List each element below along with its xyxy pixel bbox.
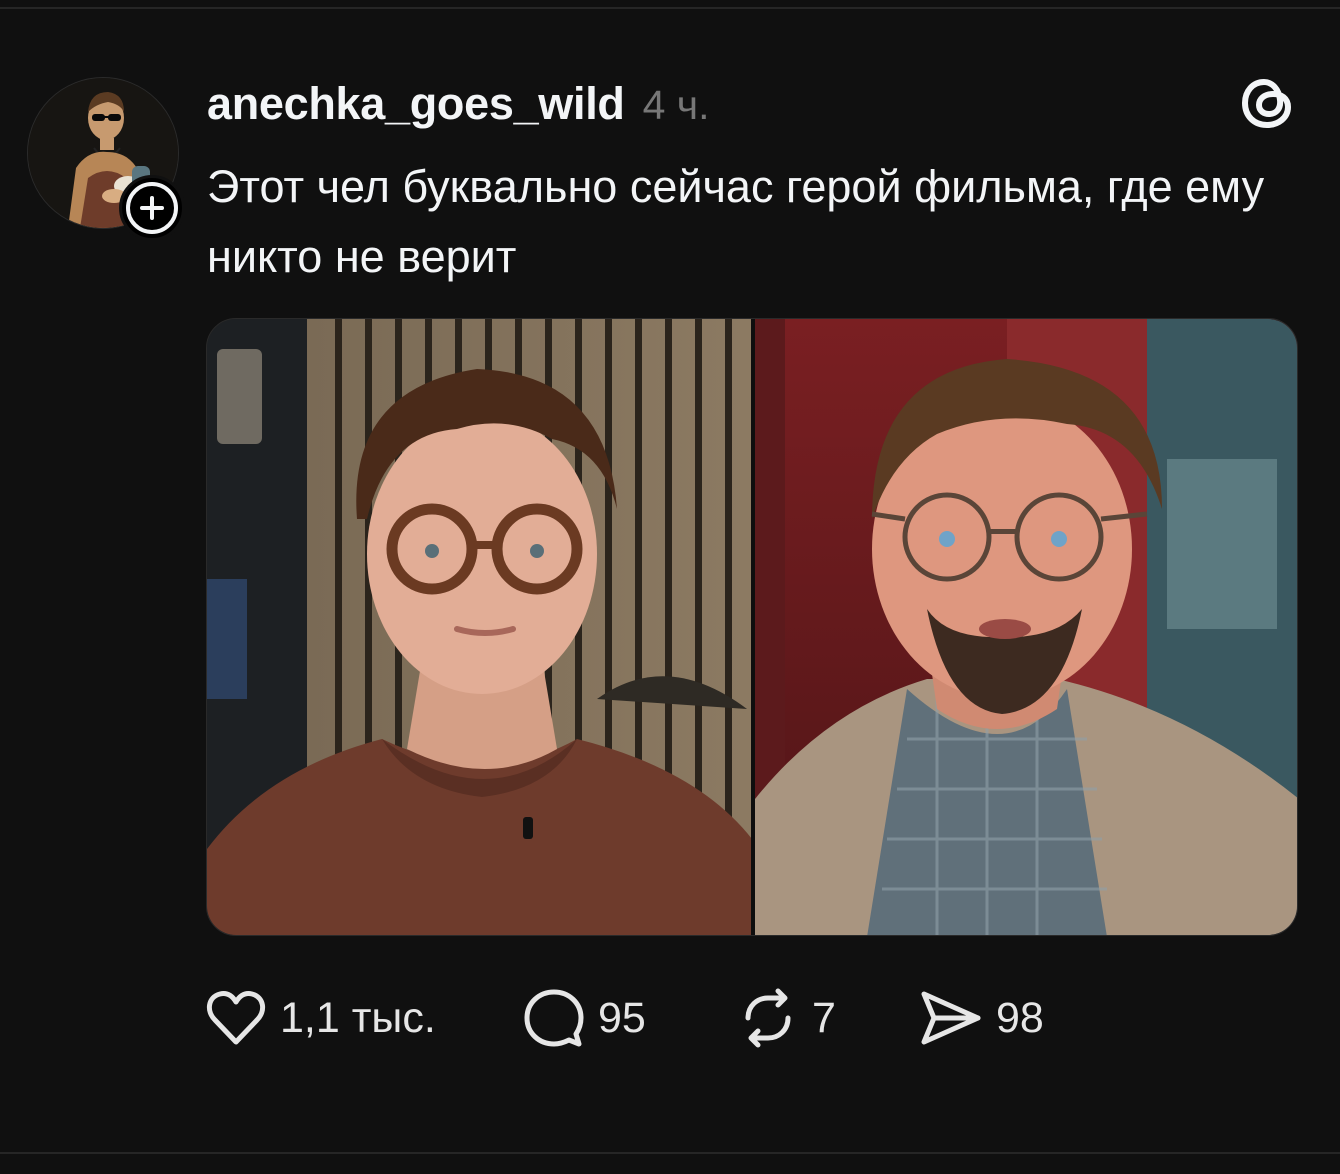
- repost-button[interactable]: 7: [738, 986, 836, 1050]
- send-icon: [921, 991, 981, 1045]
- share-count: 98: [996, 993, 1044, 1042]
- reply-button[interactable]: 95: [524, 986, 646, 1050]
- right-photo: [755, 319, 1297, 935]
- left-photo: [207, 319, 752, 935]
- like-button[interactable]: 1,1 тыс.: [206, 986, 436, 1050]
- follow-button[interactable]: [119, 175, 185, 241]
- bottom-divider: [0, 1152, 1340, 1154]
- post-header: anechka_goes_wild 4 ч.: [207, 78, 710, 130]
- threads-logo-icon[interactable]: [1236, 72, 1298, 134]
- post-timestamp[interactable]: 4 ч.: [643, 82, 710, 129]
- repost-icon: [745, 988, 791, 1048]
- like-count: 1,1 тыс.: [280, 993, 436, 1042]
- plus-icon: [140, 196, 164, 220]
- comment-bubble-icon: [524, 989, 584, 1047]
- reply-count: 95: [598, 993, 646, 1042]
- repost-count: 7: [812, 993, 836, 1042]
- heart-icon: [206, 991, 266, 1045]
- author-username[interactable]: anechka_goes_wild: [207, 78, 625, 130]
- post-text: Этот чел буквально сейчас герой фильма, …: [207, 161, 1265, 282]
- share-button[interactable]: 98: [920, 986, 1044, 1050]
- top-divider: [0, 7, 1340, 9]
- follow-ring: [126, 182, 178, 234]
- threads-post-page: anechka_goes_wild 4 ч. Этот чел буквальн…: [0, 0, 1340, 1174]
- post-media[interactable]: [206, 318, 1298, 936]
